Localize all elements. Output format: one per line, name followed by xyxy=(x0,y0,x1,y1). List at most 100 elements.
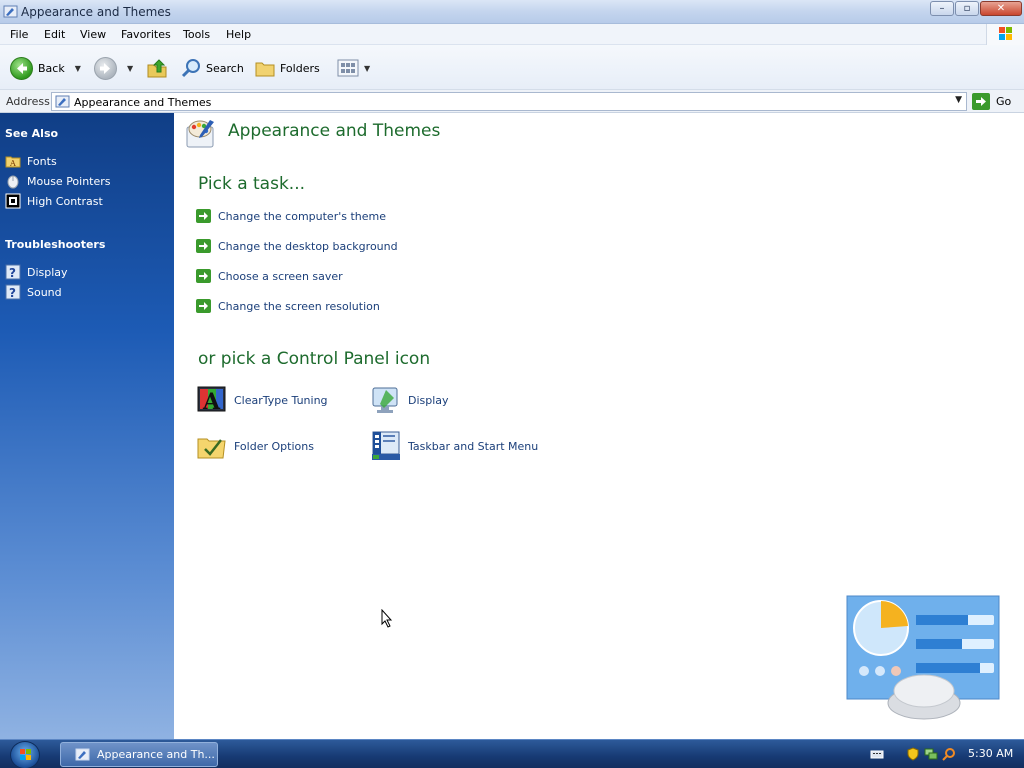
menu-help[interactable]: Help xyxy=(226,28,251,41)
page-title: Appearance and Themes xyxy=(228,121,441,141)
help-icon: ? xyxy=(5,264,21,280)
pick-task-heading: Pick a task... xyxy=(198,174,306,194)
control-panel-icon xyxy=(55,95,70,108)
search-icon[interactable] xyxy=(942,747,956,761)
control-panel-icon xyxy=(75,748,90,760)
search-icon xyxy=(181,59,200,78)
minimize-icon: – xyxy=(939,3,945,14)
back-dropdown-icon[interactable]: ▼ xyxy=(75,64,81,73)
sidebar-item-display-troubleshooter[interactable]: ? Display xyxy=(5,264,68,280)
back-arrow-icon xyxy=(10,56,33,80)
task-label: Choose a screen saver xyxy=(218,269,343,283)
back-button[interactable]: Back ▼ xyxy=(10,56,81,80)
control-panel-icon xyxy=(3,5,18,18)
cpl-display[interactable]: Display xyxy=(370,383,449,417)
taskbar-window-label: Appearance and Th... xyxy=(97,748,215,761)
task-arrow-icon xyxy=(196,299,211,313)
sidebar-item-mouse-pointers[interactable]: Mouse Pointers xyxy=(5,173,111,189)
menu-edit[interactable]: Edit xyxy=(44,28,65,41)
svg-text:?: ? xyxy=(9,286,16,300)
security-shield-icon[interactable] xyxy=(906,747,920,761)
menu-favorites[interactable]: Favorites xyxy=(121,28,171,41)
main-content: Appearance and Themes Pick a task... Cha… xyxy=(174,113,1024,739)
go-button[interactable]: Go xyxy=(972,92,1011,111)
system-tray: 5:30 AM xyxy=(866,740,1024,768)
address-bar: Address Appearance and Themes ▼ Go xyxy=(0,90,1024,113)
cpl-label: Folder Options xyxy=(234,439,314,453)
go-label: Go xyxy=(996,95,1012,108)
forward-dropdown-icon[interactable]: ▼ xyxy=(127,64,133,73)
windows-logo-icon xyxy=(986,24,1024,45)
network-icon[interactable] xyxy=(924,747,938,761)
sidebar: See Also A Fonts Mouse Pointers High Con… xyxy=(0,113,174,739)
menu-tools[interactable]: Tools xyxy=(183,28,210,41)
menu-file[interactable]: File xyxy=(10,28,28,41)
sidebar-item-label: Display xyxy=(27,265,68,279)
folder-up-icon xyxy=(147,59,167,78)
sidebar-item-label: High Contrast xyxy=(27,194,103,208)
taskbar-start-menu-icon xyxy=(372,431,400,460)
pick-icon-heading: or pick a Control Panel icon xyxy=(198,349,431,369)
back-label: Back xyxy=(38,61,65,75)
minimize-button[interactable]: – xyxy=(930,1,954,16)
taskbar-window-button[interactable]: Appearance and Th... xyxy=(60,742,218,767)
task-label: Change the computer's theme xyxy=(218,209,386,223)
up-button[interactable] xyxy=(146,57,168,79)
clock[interactable]: 5:30 AM xyxy=(968,747,1013,760)
sidebar-item-label: Mouse Pointers xyxy=(27,174,111,188)
appearance-themes-icon xyxy=(186,120,214,148)
task-arrow-icon xyxy=(196,209,211,223)
cpl-label: Taskbar and Start Menu xyxy=(408,439,539,453)
troubleshooters-heading: Troubleshooters xyxy=(5,238,106,251)
high-contrast-icon xyxy=(5,193,21,209)
svg-text:A: A xyxy=(9,159,16,168)
fonts-folder-icon: A xyxy=(5,156,21,168)
folders-button[interactable]: Folders xyxy=(254,57,320,79)
task-screen-saver[interactable]: Choose a screen saver xyxy=(196,268,343,284)
keyboard-icon[interactable] xyxy=(870,747,884,761)
mouse-cursor-icon xyxy=(381,609,393,628)
address-dropdown-icon[interactable]: ▼ xyxy=(955,95,962,105)
sidebar-item-sound-troubleshooter[interactable]: ? Sound xyxy=(5,284,62,300)
close-icon: ✕ xyxy=(996,3,1006,14)
address-label: Address xyxy=(6,95,50,108)
restore-icon: ▫ xyxy=(963,3,971,14)
toolbar: Back ▼ ▼ Search Folders ▼ xyxy=(0,45,1024,90)
folder-options-icon xyxy=(197,438,226,459)
address-input[interactable]: Appearance and Themes ▼ xyxy=(51,92,967,111)
forward-button[interactable]: ▼ xyxy=(94,56,133,80)
folders-icon xyxy=(255,62,275,77)
cpl-taskbar-start-menu[interactable]: Taskbar and Start Menu xyxy=(370,429,538,463)
views-button[interactable]: ▼ xyxy=(336,57,370,79)
sidebar-item-label: Fonts xyxy=(27,154,57,168)
taskbar: Appearance and Th... 5:30 AM xyxy=(0,739,1024,768)
window-title: Appearance and Themes xyxy=(21,5,171,19)
close-button[interactable]: ✕ xyxy=(980,1,1022,16)
cleartype-icon: A xyxy=(197,386,226,415)
sidebar-item-high-contrast[interactable]: High Contrast xyxy=(5,193,103,209)
cpl-folder-options[interactable]: Folder Options xyxy=(196,429,314,463)
search-button[interactable]: Search xyxy=(180,57,244,79)
task-arrow-icon xyxy=(196,269,211,283)
task-screen-resolution[interactable]: Change the screen resolution xyxy=(196,298,380,314)
task-label: Change the screen resolution xyxy=(218,299,380,313)
maximize-button[interactable]: ▫ xyxy=(955,1,979,16)
menu-view[interactable]: View xyxy=(80,28,106,41)
svg-text:?: ? xyxy=(9,266,16,280)
folders-label: Folders xyxy=(280,61,320,75)
display-icon xyxy=(372,387,398,413)
sidebar-item-fonts[interactable]: A Fonts xyxy=(5,153,57,169)
task-arrow-icon xyxy=(196,239,211,253)
control-panel-watermark-icon xyxy=(846,595,1000,720)
task-change-background[interactable]: Change the desktop background xyxy=(196,238,398,254)
views-dropdown-icon[interactable]: ▼ xyxy=(364,64,370,73)
task-label: Change the desktop background xyxy=(218,239,398,253)
menu-bar: File Edit View Favorites Tools Help xyxy=(0,24,1024,45)
task-change-theme[interactable]: Change the computer's theme xyxy=(196,208,386,224)
cpl-cleartype-tuning[interactable]: A ClearType Tuning xyxy=(196,383,328,417)
title-bar[interactable]: Appearance and Themes – ▫ ✕ xyxy=(0,0,1024,24)
address-value: Appearance and Themes xyxy=(74,96,212,109)
cpl-label: Display xyxy=(408,393,449,407)
mouse-icon xyxy=(7,175,19,189)
start-button[interactable] xyxy=(10,741,40,768)
